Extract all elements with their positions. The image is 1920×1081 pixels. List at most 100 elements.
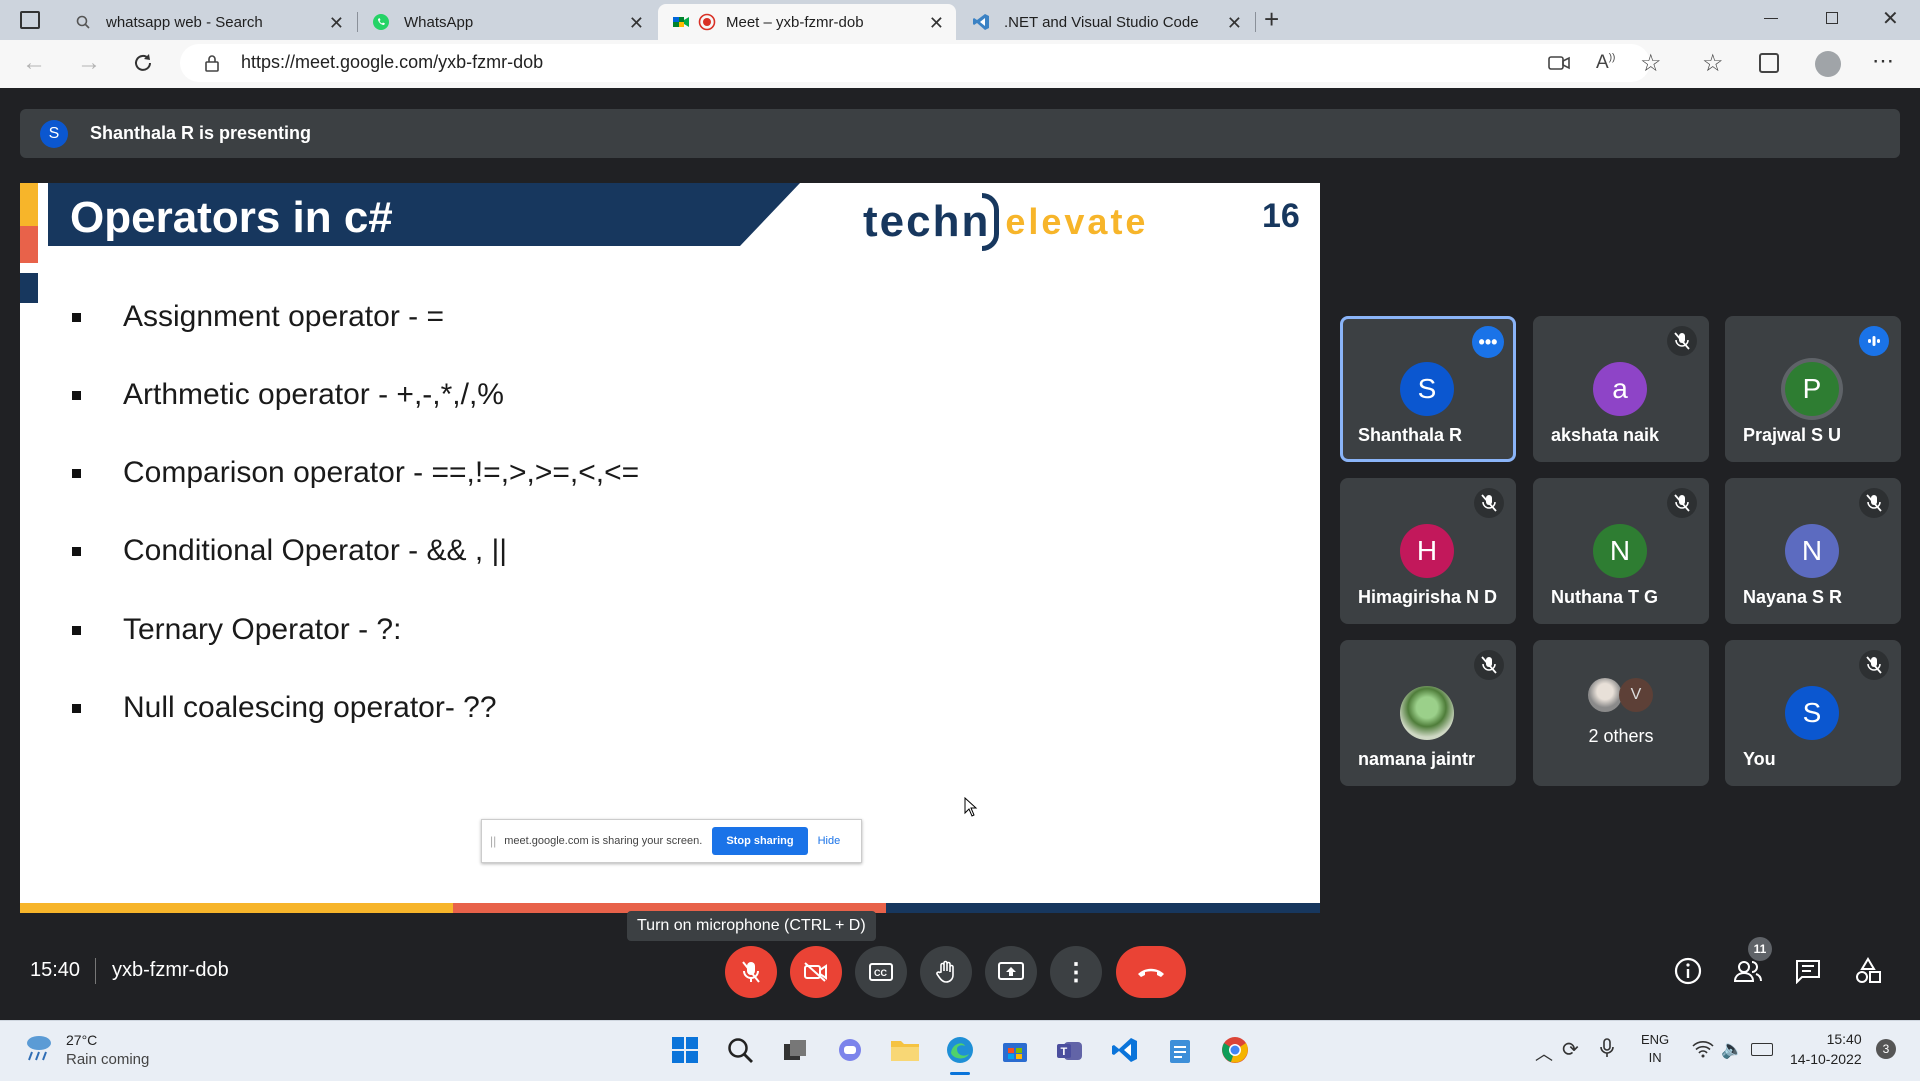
weather-temp: 27°C [66, 1031, 98, 1048]
participant-tile[interactable]: a akshata naik [1533, 316, 1709, 462]
battery-icon[interactable] [1751, 1043, 1773, 1056]
leave-call-button[interactable] [1116, 946, 1186, 998]
present-screen-button[interactable] [985, 946, 1037, 998]
participant-tile[interactable]: S Shanthala R ••• [1340, 316, 1516, 462]
participant-name: Himagirisha N D [1358, 587, 1498, 607]
collections-icon[interactable] [1759, 53, 1779, 73]
settings-more-icon[interactable]: ⋯ [1872, 48, 1894, 74]
mic-tray-icon[interactable] [1600, 1038, 1614, 1063]
language-indicator[interactable]: ENG IN [1641, 1032, 1669, 1065]
restore-button[interactable] [1826, 12, 1838, 24]
shared-slide: Operators in c# techn elevate 16 Assignm… [20, 183, 1320, 913]
tab-title: WhatsApp [404, 13, 474, 31]
camera-toggle-button[interactable] [790, 946, 842, 998]
captions-button[interactable]: CC [855, 946, 907, 998]
chevron-up-icon[interactable]: ︿ [1535, 1040, 1553, 1066]
participant-name: Prajwal S U [1743, 425, 1842, 445]
participant-tile[interactable]: N Nayana S R [1725, 478, 1901, 624]
stop-sharing-button[interactable]: Stop sharing [712, 827, 808, 855]
sync-icon[interactable]: ⟳ [1562, 1037, 1579, 1062]
participant-name: Nuthana T G [1551, 587, 1658, 607]
slide-bullet: Comparison operator - ==,!=,>,>=,<,<= [72, 456, 639, 490]
drag-handle-icon[interactable]: || [490, 834, 496, 848]
microphone-toggle-button[interactable] [725, 946, 777, 998]
participant-tile[interactable]: H Himagirisha N D [1340, 478, 1516, 624]
close-icon[interactable]: ✕ [329, 13, 344, 34]
chat-icon[interactable] [1791, 954, 1825, 988]
presenting-banner: S Shanthala R is presenting [20, 109, 1900, 158]
mic-off-icon [1859, 488, 1889, 518]
weather-widget[interactable]: 27°C Rain coming [22, 1030, 149, 1069]
lock-icon[interactable] [204, 54, 220, 77]
hide-button[interactable]: Hide [818, 835, 841, 847]
participant-tile[interactable]: namana jaintr [1340, 640, 1516, 786]
others-initial-avatar: V [1619, 678, 1653, 712]
meeting-code: yxb-fzmr-dob [112, 959, 229, 981]
close-icon[interactable]: ✕ [929, 13, 944, 34]
activities-icon[interactable] [1851, 954, 1885, 988]
participant-tile-others[interactable]: V 2 others [1533, 640, 1709, 786]
presenter-avatar: S [40, 120, 68, 148]
meeting-time: 15:40 [30, 959, 81, 981]
profile-avatar[interactable] [1815, 51, 1841, 77]
participant-avatar: N [1593, 524, 1647, 578]
participant-tile-self[interactable]: S You [1725, 640, 1901, 786]
participant-tile[interactable]: P Prajwal S U [1725, 316, 1901, 462]
others-photo-avatar [1588, 678, 1622, 712]
tab-title: Meet – yxb-fzmr-dob [726, 13, 864, 31]
teams-icon[interactable]: T [1052, 1032, 1088, 1068]
vscode-taskbar-icon[interactable] [1107, 1032, 1143, 1068]
tab-whatsapp[interactable]: WhatsApp ✕ [358, 4, 656, 40]
url-text[interactable]: https://meet.google.com/yxb-fzmr-dob [241, 52, 543, 73]
favorites-icon[interactable]: ☆ [1702, 49, 1724, 78]
back-button[interactable]: ← [22, 49, 46, 77]
camera-permission-icon[interactable] [1548, 55, 1570, 76]
chrome-icon[interactable] [1217, 1032, 1253, 1068]
participant-avatar: P [1785, 362, 1839, 416]
file-explorer-icon[interactable] [887, 1032, 923, 1068]
meet-icon [672, 13, 690, 31]
meeting-details-icon[interactable] [1671, 954, 1705, 988]
participant-tile[interactable]: N Nuthana T G [1533, 478, 1709, 624]
divider [95, 958, 96, 984]
edge-icon[interactable] [942, 1032, 978, 1068]
close-icon[interactable]: ✕ [629, 13, 644, 34]
close-icon[interactable]: ✕ [1227, 13, 1242, 34]
favorite-add-icon[interactable]: ☆ [1640, 49, 1662, 78]
refresh-button[interactable] [132, 52, 154, 79]
store-icon[interactable] [997, 1032, 1033, 1068]
participant-name: Shanthala R [1358, 425, 1463, 445]
notepad-icon[interactable] [1162, 1032, 1198, 1068]
new-tab-button[interactable]: + [1264, 4, 1279, 35]
participant-avatar: S [1785, 686, 1839, 740]
volume-icon[interactable]: 🔈 [1721, 1039, 1743, 1060]
recording-icon [698, 13, 716, 31]
tab-actions-icon[interactable] [20, 11, 40, 29]
start-icon[interactable] [667, 1032, 703, 1068]
tab-vscode[interactable]: .NET and Visual Studio Code ✕ [958, 4, 1254, 40]
notification-badge[interactable]: 3 [1876, 1039, 1896, 1059]
tab-meet[interactable]: Meet – yxb-fzmr-dob ✕ [658, 4, 956, 40]
vscode-icon [972, 13, 990, 31]
more-options-button[interactable]: ⋮ [1050, 946, 1102, 998]
close-window-button[interactable]: ✕ [1882, 6, 1899, 31]
weather-text: Rain coming [66, 1050, 150, 1068]
more-options-icon[interactable]: ••• [1472, 326, 1504, 358]
browser-tab-strip: whatsapp web - Search ✕ WhatsApp ✕ Meet … [0, 0, 1920, 40]
read-aloud-icon[interactable]: A)) [1596, 52, 1615, 74]
participant-name: namana jaintr [1358, 749, 1476, 769]
clock[interactable]: 15:40 14-10-2022 [1790, 1031, 1862, 1067]
participant-photo [1400, 686, 1454, 740]
minimize-button[interactable] [1764, 18, 1778, 19]
wifi-icon[interactable] [1692, 1040, 1714, 1063]
participant-name: You [1743, 749, 1776, 769]
search-icon [74, 13, 92, 31]
tab-title: .NET and Visual Studio Code [1004, 13, 1199, 31]
raise-hand-button[interactable] [920, 946, 972, 998]
search-taskbar-icon[interactable] [722, 1032, 758, 1068]
mic-off-icon [1667, 488, 1697, 518]
forward-button[interactable]: → [77, 49, 101, 77]
task-view-icon[interactable] [777, 1032, 813, 1068]
tab-whatsapp-search[interactable]: whatsapp web - Search ✕ [60, 4, 356, 40]
teams-chat-icon[interactable] [832, 1032, 868, 1068]
